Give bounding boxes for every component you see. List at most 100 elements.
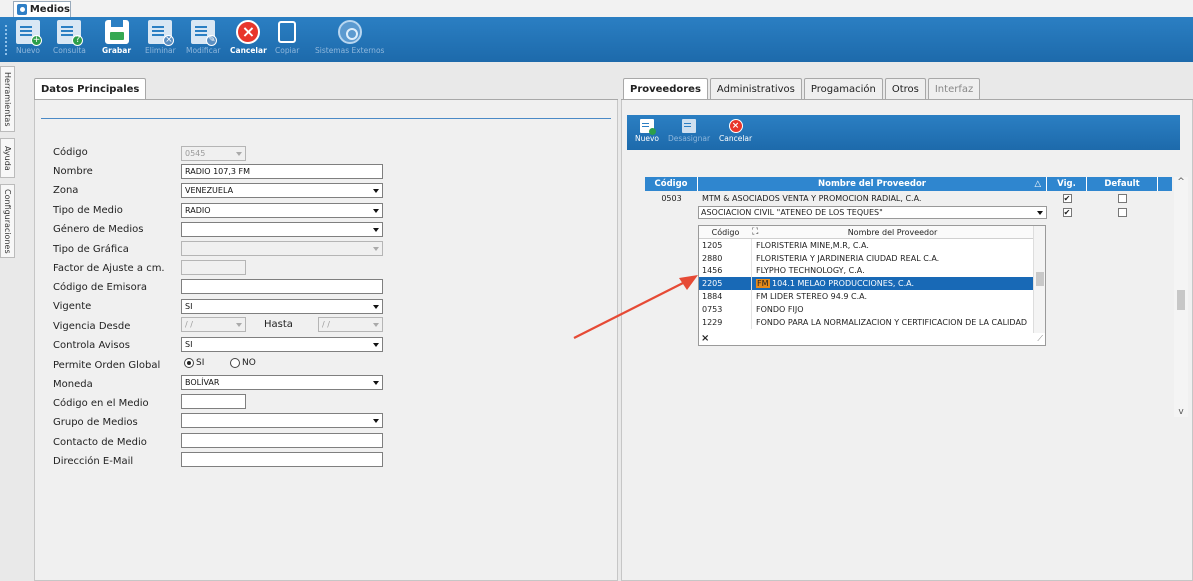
col-header-codigo[interactable]: Código [645, 177, 698, 191]
label-grupo: Grupo de Medios [53, 417, 138, 428]
label-contacto: Contacto de Medio [53, 437, 147, 448]
tipo-medio-select[interactable]: RADIO [181, 203, 383, 218]
unassign-doc-icon [682, 119, 697, 133]
codigo-select[interactable]: 0545 [181, 146, 246, 161]
providers-toolbar: Nuevo Desasignar × Cancelar [627, 115, 1180, 150]
orden-global-no-radio[interactable]: NO [230, 358, 256, 368]
label-factor: Factor de Ajuste a cm. [53, 263, 165, 274]
scrollbar-thumb[interactable] [1177, 290, 1185, 310]
tipo-grafica-select[interactable] [181, 241, 383, 256]
dropdown-rows: 1205 FLORISTERIA MINE,M.R, C.A. 2880 FLORIS… [699, 239, 1033, 329]
section-divider [41, 118, 611, 119]
cancel-button[interactable]: × Cancelar [230, 20, 267, 55]
window-tab-bar: Medios [0, 0, 1193, 17]
provider-new-button[interactable]: Nuevo [635, 119, 659, 143]
list-item[interactable]: 1205 FLORISTERIA MINE,M.R, C.A. [699, 239, 1033, 252]
list-item[interactable]: 2880 FLORISTERIA Y JARDINERIA CIUDAD REAL… [699, 251, 1033, 265]
save-icon [104, 20, 129, 44]
edit-button[interactable]: ✎ Modificar [186, 20, 220, 55]
external-systems-icon [337, 20, 362, 44]
chevron-down-icon [373, 247, 379, 251]
controla-avisos-select[interactable]: SI [181, 337, 383, 352]
chevron-down-icon [236, 152, 242, 156]
grupo-select[interactable] [181, 413, 383, 428]
query-button[interactable]: ? Consulta [53, 20, 86, 55]
chevron-down-icon [373, 209, 379, 213]
col-header-vig[interactable]: Vig. [1047, 177, 1087, 191]
copy-button[interactable]: Copiar [275, 20, 299, 55]
label-genero: Género de Medios [53, 224, 144, 235]
new-button[interactable]: + Nuevo [16, 20, 42, 55]
radio-selected-icon [184, 358, 194, 368]
side-tab-tools[interactable]: Herramientas [0, 66, 15, 132]
provider-cancel-button[interactable]: × Cancelar [719, 119, 752, 143]
annotation-arrow [573, 275, 698, 339]
external-systems-button[interactable]: Sistemas Externos [315, 20, 384, 55]
codigo-medio-input[interactable] [181, 394, 246, 409]
orden-global-si-radio[interactable]: SI [184, 358, 204, 368]
chevron-down-icon [1037, 210, 1043, 215]
label-vigente: Vigente [53, 301, 92, 312]
label-codigo-emisora: Código de Emisora [53, 282, 147, 293]
default-checkbox[interactable] [1118, 207, 1127, 217]
factor-input[interactable] [181, 260, 246, 275]
list-item[interactable]: 1456 FLYPHO TECHNOLOGY, C.A. [699, 264, 1033, 278]
chevron-down-icon [373, 305, 379, 309]
tab-programacion[interactable]: Progamación [803, 78, 883, 99]
tab-interfaz[interactable]: Interfaz [927, 78, 981, 99]
list-item[interactable]: 0753 FONDO FIJO [699, 302, 1033, 316]
window-tab-medios[interactable]: Medios [13, 1, 71, 17]
email-input[interactable] [181, 452, 383, 467]
chevron-down-icon [236, 323, 242, 327]
grid-header: Código Nombre del Proveedor △ Vig. Defaul… [645, 177, 1172, 191]
resize-grip-icon[interactable]: ⟋ [1037, 334, 1043, 344]
label-vigencia-desde: Vigencia Desde [53, 321, 131, 332]
label-hasta: Hasta [264, 319, 293, 330]
nombre-input[interactable]: RADIO 107,3 FM [181, 164, 383, 179]
left-tabs: Datos Principales [34, 78, 148, 99]
dropdown-scrollbar[interactable] [1033, 226, 1045, 333]
new-doc-icon [640, 119, 656, 135]
grid-scrollbar[interactable]: ^ v [1174, 177, 1188, 417]
provider-combo[interactable]: ASOCIACION CIVIL "ATENEO DE LOS TEQUES" [698, 205, 1047, 219]
tab-datos-principales[interactable]: Datos Principales [34, 78, 147, 99]
list-item[interactable]: 2205 FM 104.1 MELAO PRODUCCIONES, C.A. [699, 277, 1033, 291]
col-header-default[interactable]: Default [1087, 177, 1158, 191]
toolbar-grip[interactable] [5, 25, 7, 55]
tab-proveedores[interactable]: Proveedores [623, 78, 708, 99]
side-tab-settings[interactable]: Configuraciones [0, 184, 15, 258]
save-button[interactable]: Grabar [102, 20, 131, 55]
contacto-input[interactable] [181, 433, 383, 448]
codigo-emisora-input[interactable] [181, 279, 383, 294]
dropdown-scrollbar-thumb[interactable] [1036, 272, 1044, 286]
vigencia-hasta-date[interactable]: / / [318, 317, 383, 332]
col-header-nombre[interactable]: Nombre del Proveedor △ [698, 177, 1047, 191]
radio-unselected-icon [230, 358, 240, 368]
delete-button[interactable]: × Eliminar [145, 20, 176, 55]
highlight-match: FM [756, 279, 770, 289]
moneda-select[interactable]: BOLÍVAR [181, 375, 383, 390]
tab-otros[interactable]: Otros [884, 78, 926, 99]
tab-administrativos[interactable]: Administrativos [709, 78, 802, 99]
genero-select[interactable] [181, 222, 383, 237]
side-tab-help[interactable]: Ayuda [0, 138, 15, 178]
scroll-down-icon[interactable]: v [1174, 407, 1188, 417]
scroll-up-icon[interactable]: ^ [1174, 177, 1188, 187]
default-checkbox[interactable] [1118, 193, 1127, 203]
list-item[interactable]: 1884 FM LIDER STEREO 94.9 C.A. [699, 290, 1033, 303]
list-item[interactable]: 1229 FONDO PARA LA NORMALIZACION Y CERTIF… [699, 315, 1033, 329]
edit-doc-icon: ✎ [191, 20, 218, 46]
vigente-select[interactable]: SI [181, 299, 383, 314]
table-row[interactable]: 0503 MTM & ASOCIADOS VENTA Y PROMOCION R… [645, 191, 1172, 205]
label-email: Dirección E-Mail [53, 456, 134, 467]
vigencia-desde-date[interactable]: / / [181, 317, 246, 332]
chevron-down-icon [373, 343, 379, 347]
zona-select[interactable]: VENEZUELA [181, 183, 383, 198]
main-toolbar: + Nuevo ? Consulta Grabar × Eliminar ✎ M… [0, 17, 1193, 62]
unassign-button[interactable]: Desasignar [668, 119, 710, 143]
vig-checkbox[interactable]: ✔ [1062, 207, 1072, 217]
cancel-icon: × [728, 119, 743, 133]
binoculars-icon[interactable]: ⛶ [752, 227, 770, 237]
query-doc-icon: ? [57, 20, 84, 46]
vig-checkbox[interactable]: ✔ [1062, 193, 1072, 203]
